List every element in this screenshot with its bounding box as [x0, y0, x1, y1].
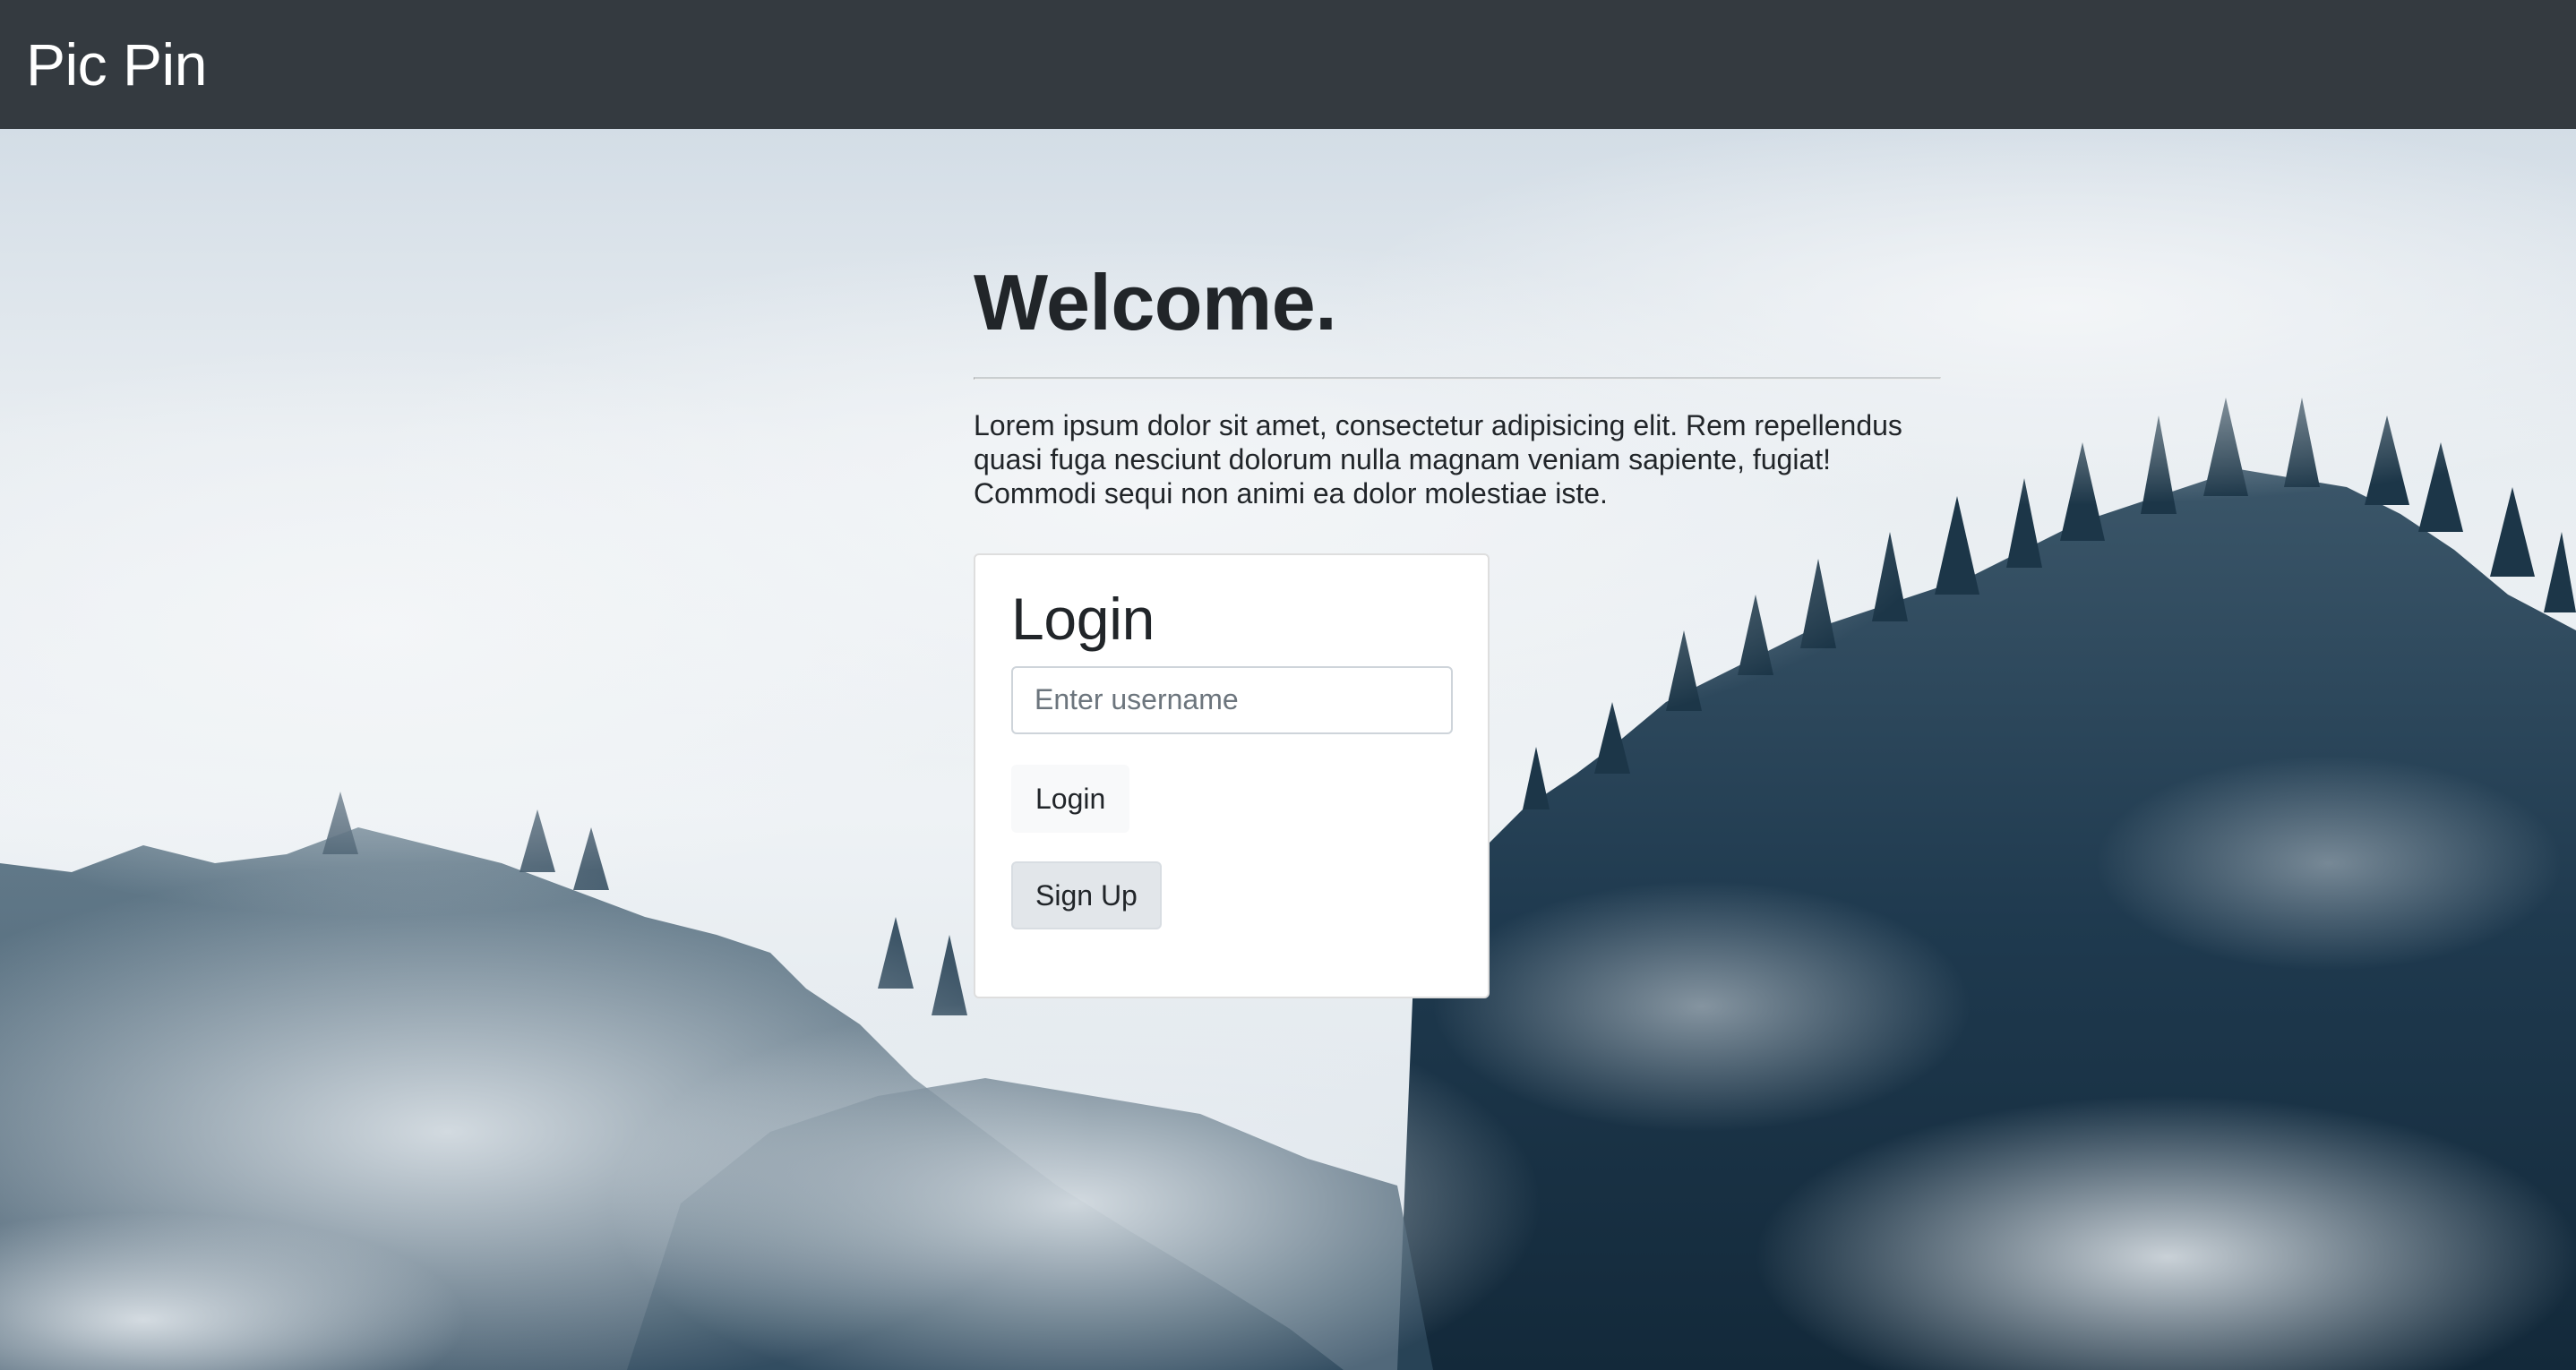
intro-paragraph: Lorem ipsum dolor sit amet, consectetur …: [974, 408, 1902, 509]
brand-logo[interactable]: Pic Pin: [26, 35, 207, 94]
username-input[interactable]: [1011, 665, 1453, 734]
main-content: Welcome. Lorem ipsum dolor sit amet, con…: [974, 258, 1941, 998]
login-card: Login Login Sign Up: [974, 552, 1490, 998]
signup-button[interactable]: Sign Up: [1011, 861, 1162, 929]
welcome-heading: Welcome.: [974, 258, 1337, 347]
navbar: Pic Pin: [0, 0, 2576, 129]
divider: [974, 376, 1941, 380]
login-card-title: Login: [1011, 585, 1155, 652]
login-button[interactable]: Login: [1011, 764, 1130, 833]
